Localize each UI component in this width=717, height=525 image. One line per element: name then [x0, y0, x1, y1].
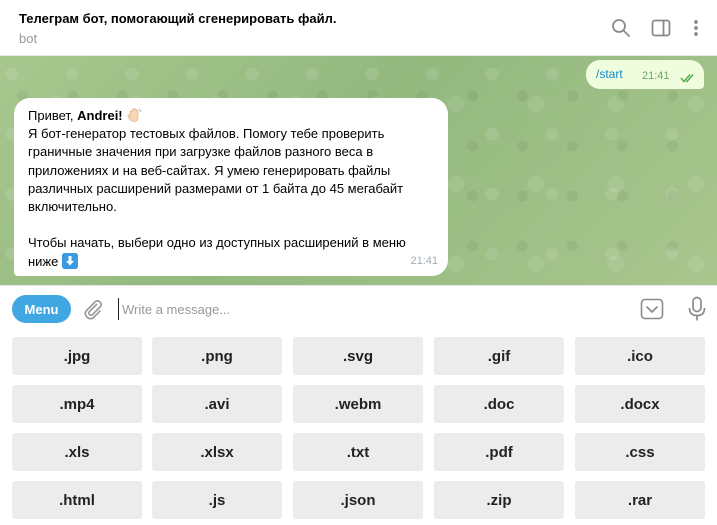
key-doc[interactable]: .doc	[434, 385, 564, 423]
key-pdf[interactable]: .pdf	[434, 433, 564, 471]
message-time: 21:41	[410, 255, 438, 267]
key-json[interactable]: .json	[293, 481, 423, 519]
user-name: Andrei!	[77, 108, 123, 123]
body-line: различных расширений размерами от 1 байт…	[28, 180, 404, 196]
key-rar[interactable]: .rar	[575, 481, 705, 519]
body-line: включительно.	[28, 198, 117, 214]
paperclip-icon[interactable]	[82, 298, 104, 320]
start-line: Чтобы начать, выбери одно из доступных р…	[28, 235, 406, 251]
greeting-prefix: Привет,	[28, 108, 78, 123]
more-vert-icon[interactable]	[684, 16, 708, 40]
key-js[interactable]: .js	[152, 481, 282, 519]
chat-title[interactable]: Телеграм бот, помогающий сгенерировать ф…	[19, 11, 337, 26]
chat-header: Телеграм бот, помогающий сгенерировать ф…	[0, 0, 717, 56]
key-zip[interactable]: .zip	[434, 481, 564, 519]
reply-keyboard: .jpg .png .svg .gif .ico .mp4 .avi .webm…	[0, 329, 717, 525]
key-gif[interactable]: .gif	[434, 337, 564, 375]
body-line: Я бот-генератор тестовых файлов. Помогу …	[28, 126, 385, 142]
key-txt[interactable]: .txt	[293, 433, 423, 471]
key-webm[interactable]: .webm	[293, 385, 423, 423]
key-html[interactable]: .html	[12, 481, 142, 519]
message-time: 21:41	[642, 70, 670, 82]
key-docx[interactable]: .docx	[575, 385, 705, 423]
key-xlsx[interactable]: .xlsx	[152, 433, 282, 471]
key-svg[interactable]: .svg	[293, 337, 423, 375]
greeting-line: Привет, Andrei!	[28, 107, 428, 125]
down-arrow-icon	[62, 252, 78, 269]
search-icon[interactable]	[609, 16, 633, 40]
message-input[interactable]	[118, 298, 598, 320]
start-line-2: ниже	[28, 252, 428, 271]
double-check-icon	[680, 70, 697, 88]
chat-subtitle: bot	[19, 31, 38, 46]
key-ico[interactable]: .ico	[575, 337, 705, 375]
key-png[interactable]: .png	[152, 337, 282, 375]
composer: Menu	[0, 285, 717, 329]
body-line: граничные значения при загрузке файлов р…	[28, 144, 374, 160]
key-css[interactable]: .css	[575, 433, 705, 471]
body-line: приложениях и на веб-сайтах. Я умею гене…	[28, 162, 391, 178]
keyboard-toggle-icon[interactable]	[640, 298, 664, 320]
sidebar-toggle-icon[interactable]	[649, 16, 673, 40]
message-text: Привет, Andrei! Я бот-генератор тестовых…	[28, 107, 428, 271]
key-mp4[interactable]: .mp4	[12, 385, 142, 423]
command-link[interactable]: /start	[596, 67, 623, 81]
key-xls[interactable]: .xls	[12, 433, 142, 471]
key-avi[interactable]: .avi	[152, 385, 282, 423]
microphone-icon[interactable]	[686, 296, 708, 322]
waving-hand-icon	[126, 107, 142, 123]
chat-background[interactable]: /start 21:41 Привет, Andrei! Я бот-генер…	[0, 56, 717, 285]
outgoing-message[interactable]: /start 21:41	[586, 60, 704, 89]
menu-button[interactable]: Menu	[12, 295, 71, 323]
incoming-message[interactable]: Привет, Andrei! Я бот-генератор тестовых…	[14, 98, 448, 276]
start-line-text: ниже	[28, 253, 59, 269]
key-jpg[interactable]: .jpg	[12, 337, 142, 375]
